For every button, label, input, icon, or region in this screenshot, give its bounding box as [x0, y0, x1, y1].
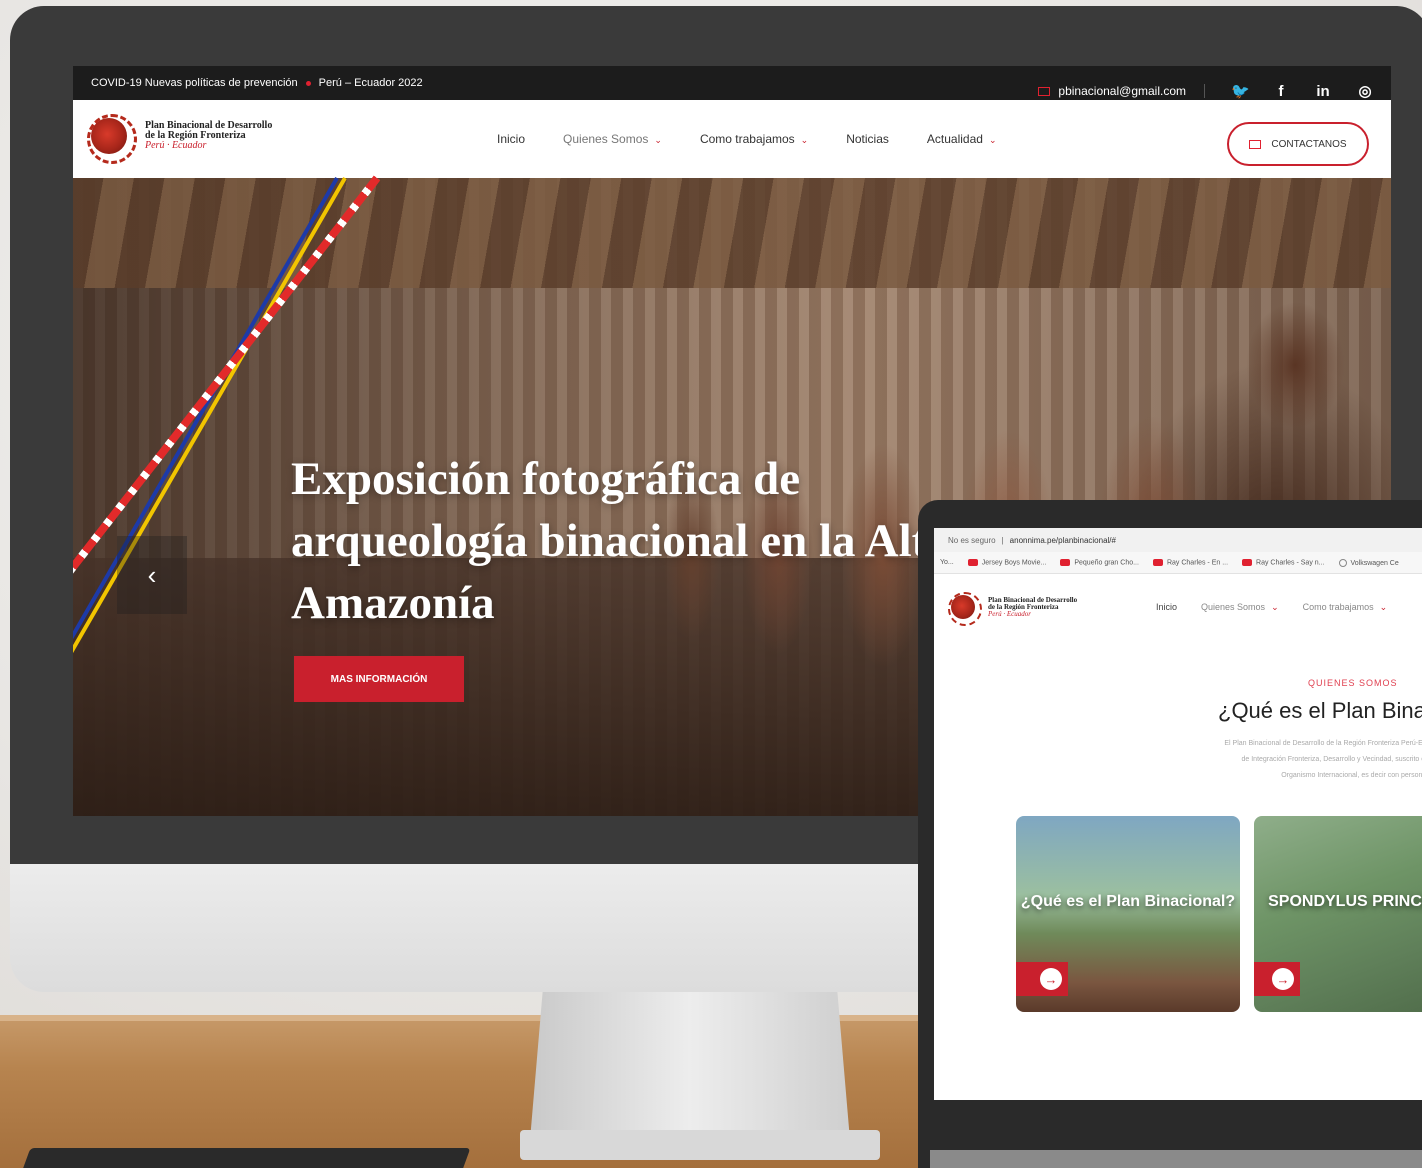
card-spondylus[interactable]: SPONDYLUS PRINCEPS → — [1254, 816, 1422, 1012]
bookmarks-bar: Yo... Jersey Boys Movie... Pequeño gran … — [934, 552, 1422, 574]
youtube-icon — [1152, 558, 1163, 566]
laptop-nav: Inicio Quienes Somos ⌄ Como trabajamos ⌄ — [1156, 602, 1387, 613]
card-arrow-button[interactable]: → — [1016, 962, 1068, 996]
more-info-button[interactable]: MAS INFORMACIÓN — [294, 656, 464, 702]
main-nav: Inicio Quienes Somos ⌄ Como trabajamos ⌄ N… — [497, 100, 997, 178]
laptop-site-logo[interactable]: Plan Binacional de Desarrollo de la Regi… — [948, 592, 1077, 626]
chevron-left-icon: ‹ — [147, 559, 157, 590]
bookmark-item[interactable]: Ray Charles - Say n... — [1242, 558, 1325, 566]
section-paragraph: El Plan Binacional de Desarrollo de la R… — [1224, 740, 1422, 779]
address-url: anonnima.pe/planbinacional/# — [1009, 535, 1116, 545]
laptop-header: Plan Binacional de Desarrollo de la Regi… — [934, 574, 1422, 644]
contact-button-label: CONTACTANOS — [1271, 138, 1347, 150]
nav-item-inicio[interactable]: Inicio — [497, 132, 525, 146]
nav-item-como-trabajamos[interactable]: Como trabajamos ⌄ — [700, 132, 808, 146]
section-kicker: QUIENES SOMOS — [1308, 678, 1398, 688]
nav-item-noticias[interactable]: Noticias — [846, 132, 889, 146]
email-link[interactable]: pbinacional@gmail.com — [1038, 84, 1205, 98]
logo-mark-icon — [87, 114, 137, 164]
card-plan-binacional[interactable]: ¿Qué es el Plan Binacional? → — [1016, 816, 1240, 1012]
arrow-right-icon: → — [1272, 968, 1294, 990]
twitter-icon[interactable]: 🐦 — [1231, 82, 1250, 100]
globe-icon — [1338, 558, 1347, 567]
bookmark-item[interactable]: Jersey Boys Movie... — [967, 558, 1046, 566]
youtube-icon — [1242, 558, 1253, 566]
main-header: Plan Binacional de Desarrollo de la Regi… — [73, 100, 1391, 178]
card-title: ¿Qué es el Plan Binacional? — [1020, 893, 1236, 910]
card-arrow-button[interactable]: → — [1254, 962, 1300, 996]
chevron-down-icon: ⌄ — [1271, 602, 1279, 612]
security-indicator: No es seguro — [948, 535, 996, 545]
chevron-down-icon: ⌄ — [1379, 602, 1388, 612]
nav-item-actualidad[interactable]: Actualidad ⌄ — [927, 132, 997, 146]
slider-prev-button[interactable]: ‹ — [117, 536, 187, 614]
nav-item-quienes-somos[interactable]: Quienes Somos ⌄ — [563, 132, 662, 146]
region-label: Perú – Ecuador 2022 — [318, 77, 423, 89]
monitor-stand — [530, 990, 850, 1140]
bookmark-item[interactable]: Pequeño gran Cho... — [1060, 558, 1139, 566]
separator-dot — [305, 80, 311, 86]
arrow-right-icon: → — [1040, 968, 1062, 990]
youtube-icon — [1060, 558, 1071, 566]
instagram-icon[interactable]: ◎ — [1357, 82, 1373, 100]
site-logo[interactable]: Plan Binacional de Desarrollo de la Regi… — [87, 114, 272, 164]
top-bar: COVID-19 Nuevas políticas de prevención … — [73, 66, 1391, 100]
youtube-icon — [967, 558, 978, 566]
card-title: SPONDYLUS PRINCEPS — [1268, 893, 1422, 910]
chevron-down-icon: ⌄ — [988, 135, 997, 145]
logo-line-3: Perú · Ecuador — [988, 609, 1031, 618]
facebook-icon[interactable]: f — [1273, 83, 1289, 100]
nav-item-como-trabajamos[interactable]: Como trabajamos ⌄ — [1303, 602, 1388, 613]
section-heading: ¿Qué es el Plan Bina — [1218, 698, 1422, 723]
chevron-down-icon: ⌄ — [654, 135, 662, 145]
contact-button[interactable]: CONTACTANOS — [1227, 122, 1369, 166]
bookmark-item[interactable]: Ray Charles - En ... — [1152, 558, 1228, 566]
chevron-down-icon: ⌄ — [800, 135, 809, 145]
hero-title: Exposición fotográfica de arqueología bi… — [291, 453, 951, 629]
linkedin-icon[interactable]: in — [1315, 83, 1331, 100]
monitor-stand-foot — [520, 1130, 880, 1160]
bookmark-item[interactable]: Yo... — [940, 559, 954, 566]
browser-address-bar[interactable]: No es seguro | anonnima.pe/planbinaciona… — [934, 528, 1422, 552]
mail-icon — [1038, 86, 1051, 96]
nav-item-quienes-somos[interactable]: Quienes Somos ⌄ — [1201, 602, 1279, 613]
keyboard — [19, 1148, 471, 1168]
covid-notice-link[interactable]: COVID-19 Nuevas políticas de prevención — [91, 77, 298, 89]
nav-item-inicio[interactable]: Inicio — [1156, 602, 1177, 613]
bookmark-item[interactable]: Volkswagen Ce — [1338, 558, 1399, 567]
email-address: pbinacional@gmail.com — [1058, 84, 1186, 98]
laptop-screen: No es seguro | anonnima.pe/planbinaciona… — [934, 528, 1422, 1100]
logo-mark-icon — [948, 592, 982, 626]
mail-icon — [1249, 139, 1262, 149]
laptop-base — [930, 1150, 1422, 1168]
logo-line-3: Perú · Ecuador — [145, 140, 207, 151]
